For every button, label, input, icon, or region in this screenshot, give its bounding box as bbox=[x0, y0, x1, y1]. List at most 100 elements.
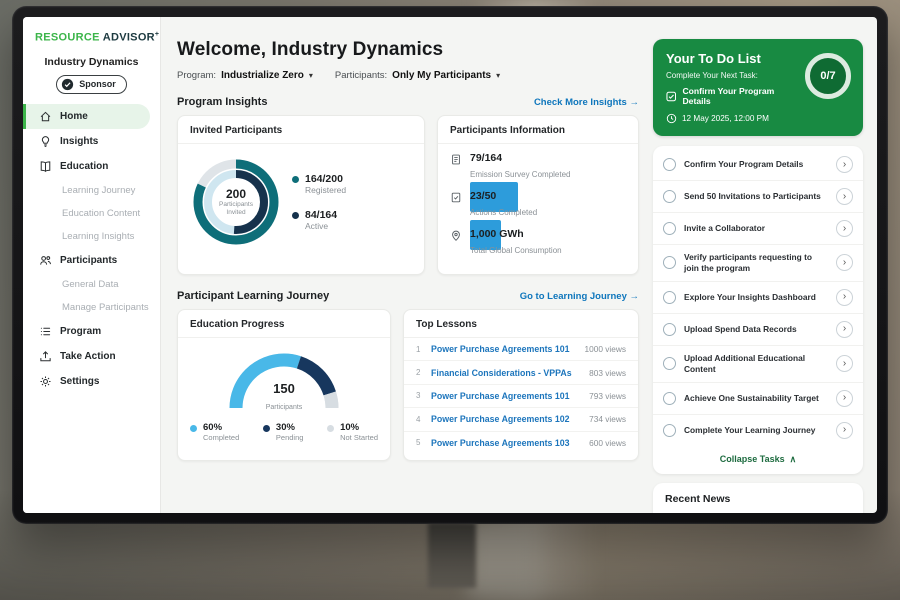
chevron-right-icon[interactable]: › bbox=[836, 220, 853, 237]
participants-information-card: Participants Information 79/164Emission … bbox=[437, 115, 639, 275]
task-checkbox[interactable] bbox=[663, 323, 676, 336]
legend-label: Registered bbox=[305, 185, 346, 195]
sidebar-item-label: Program bbox=[60, 326, 101, 337]
task-row-upload-educational-content[interactable]: Upload Additional Educational Content › bbox=[653, 346, 863, 383]
task-row-verify-participants[interactable]: Verify participants requesting to join t… bbox=[653, 245, 863, 282]
filter-bar: Program: Industrialize Zero ▾ Participan… bbox=[177, 70, 639, 81]
gauge-legend: 60%Completed 30%Pending 10%Not Started bbox=[178, 414, 390, 442]
actions-icon bbox=[450, 191, 462, 204]
sidebar-item-home[interactable]: Home bbox=[23, 104, 150, 129]
main-content: Welcome, Industry Dynamics Program: Indu… bbox=[161, 17, 651, 513]
sidebar-item-learning-journey[interactable]: Learning Journey bbox=[23, 179, 150, 202]
chevron-right-icon[interactable]: › bbox=[836, 321, 853, 338]
sidebar-item-education-content[interactable]: Education Content bbox=[23, 202, 150, 225]
org-name: Industry Dynamics bbox=[23, 56, 160, 68]
task-label: Complete Your Learning Journey bbox=[684, 425, 828, 436]
task-row-upload-spend-data[interactable]: Upload Spend Data Records › bbox=[653, 314, 863, 346]
lesson-title-link[interactable]: Power Purchase Agreements 101 bbox=[431, 391, 581, 401]
chevron-right-icon[interactable]: › bbox=[836, 156, 853, 173]
go-to-learning-journey-link[interactable]: Go to Learning Journey → bbox=[520, 291, 639, 302]
sponsor-label: Sponsor bbox=[79, 79, 116, 89]
collapse-tasks-link[interactable]: Collapse Tasks ∧ bbox=[653, 446, 863, 470]
lesson-rank: 3 bbox=[416, 391, 423, 400]
check-more-insights-link[interactable]: Check More Insights → bbox=[534, 97, 639, 108]
task-row-confirm-program[interactable]: Confirm Your Program Details › bbox=[653, 149, 863, 181]
task-checkbox[interactable] bbox=[663, 256, 676, 269]
lesson-views: 793 views bbox=[589, 391, 626, 401]
sidebar-item-label: Education bbox=[60, 161, 108, 172]
program-filter-value: Industrialize Zero bbox=[221, 70, 304, 81]
lesson-title-link[interactable]: Power Purchase Agreements 101 bbox=[431, 344, 576, 354]
checkbox-icon bbox=[666, 91, 676, 102]
sidebar-item-take-action[interactable]: Take Action bbox=[23, 344, 150, 369]
task-row-send-invitations[interactable]: Send 50 Invitations to Participants › bbox=[653, 181, 863, 213]
todo-progress-value: 0/7 bbox=[820, 70, 835, 82]
chevron-down-icon: ▾ bbox=[309, 71, 313, 80]
sidebar-item-manage-participants[interactable]: Manage Participants bbox=[23, 296, 150, 319]
todo-summary-card: Your To Do List Complete Your Next Task:… bbox=[653, 39, 863, 136]
section-title: Program Insights bbox=[177, 96, 267, 108]
lesson-rank: 4 bbox=[416, 415, 423, 424]
arrow-right-icon: → bbox=[630, 291, 640, 302]
gauge-center-value: 150 bbox=[222, 381, 346, 396]
chevron-right-icon[interactable]: › bbox=[836, 188, 853, 205]
education-progress-card: Education Progress 150 Participants bbox=[177, 309, 391, 461]
stat-emission-survey: 79/164Emission Survey Completed bbox=[438, 144, 638, 182]
sponsor-badge[interactable]: Sponsor bbox=[56, 75, 127, 94]
task-row-complete-learning-journey[interactable]: Complete Your Learning Journey › bbox=[653, 415, 863, 446]
legend-dot bbox=[292, 212, 299, 219]
donut-center-caption: Participants Invited bbox=[214, 201, 258, 218]
lesson-row: 1 Power Purchase Agreements 101 1000 vie… bbox=[404, 338, 638, 361]
task-label: Send 50 Invitations to Participants bbox=[684, 191, 828, 202]
sidebar-item-settings[interactable]: Settings bbox=[23, 369, 150, 394]
task-row-achieve-target[interactable]: Achieve One Sustainability Target › bbox=[653, 383, 863, 415]
participants-filter[interactable]: Participants: Only My Participants ▾ bbox=[335, 70, 500, 81]
task-checkbox[interactable] bbox=[663, 291, 676, 304]
participants-filter-label: Participants: bbox=[335, 70, 387, 81]
legend-label: Completed bbox=[203, 433, 239, 442]
consumption-pin-icon bbox=[450, 229, 462, 242]
sidebar-item-label: Learning Insights bbox=[62, 231, 134, 242]
chevron-down-icon: ▾ bbox=[496, 71, 500, 80]
task-checkbox[interactable] bbox=[663, 424, 676, 437]
app-logo: RESOURCE ADVISOR+ bbox=[23, 31, 160, 44]
sidebar-item-general-data[interactable]: General Data bbox=[23, 273, 150, 296]
todo-next-task[interactable]: Confirm Your Program Details bbox=[666, 86, 799, 106]
task-checkbox[interactable] bbox=[663, 222, 676, 235]
task-checkbox[interactable] bbox=[663, 190, 676, 203]
program-filter-label: Program: bbox=[177, 70, 216, 81]
sidebar-item-participants[interactable]: Participants bbox=[23, 248, 150, 273]
chevron-right-icon[interactable]: › bbox=[836, 254, 853, 271]
task-row-explore-insights[interactable]: Explore Your Insights Dashboard › bbox=[653, 282, 863, 314]
legend-dot bbox=[190, 425, 197, 432]
sidebar-item-education[interactable]: Education bbox=[23, 154, 150, 179]
sidebar-item-insights[interactable]: Insights bbox=[23, 129, 150, 154]
task-checkbox[interactable] bbox=[663, 392, 676, 405]
lesson-rank: 5 bbox=[416, 438, 423, 447]
task-label: Upload Additional Educational Content bbox=[684, 353, 828, 375]
chevron-right-icon[interactable]: › bbox=[836, 422, 853, 439]
lesson-row: 5 Power Purchase Agreements 103 600 view… bbox=[404, 432, 638, 454]
sidebar-item-program[interactable]: Program bbox=[23, 319, 150, 344]
task-checkbox[interactable] bbox=[663, 158, 676, 171]
sidebar-item-learning-insights[interactable]: Learning Insights bbox=[23, 225, 150, 248]
lesson-views: 600 views bbox=[589, 438, 626, 448]
chevron-right-icon[interactable]: › bbox=[836, 355, 853, 372]
stat-value: 79/164 bbox=[470, 152, 570, 164]
lesson-title-link[interactable]: Power Purchase Agreements 103 bbox=[431, 438, 581, 448]
chevron-right-icon[interactable]: › bbox=[836, 289, 853, 306]
task-checkbox[interactable] bbox=[663, 357, 676, 370]
sponsor-icon bbox=[61, 78, 74, 91]
lesson-title-link[interactable]: Financial Considerations - VPPAs bbox=[431, 368, 581, 378]
task-row-invite-collaborator[interactable]: Invite a Collaborator › bbox=[653, 213, 863, 245]
legend-pending: 30%Pending bbox=[263, 422, 304, 442]
program-insights-header: Program Insights Check More Insights → bbox=[177, 96, 639, 108]
lesson-title-link[interactable]: Power Purchase Agreements 102 bbox=[431, 414, 581, 424]
stat-label: Actions Completed bbox=[470, 208, 537, 217]
education-gauge-chart: 150 Participants bbox=[222, 346, 346, 414]
logo-plus: + bbox=[155, 31, 159, 38]
lightbulb-icon bbox=[39, 135, 52, 148]
chevron-right-icon[interactable]: › bbox=[836, 390, 853, 407]
legend-label: Not Started bbox=[340, 433, 378, 442]
program-filter[interactable]: Program: Industrialize Zero ▾ bbox=[177, 70, 313, 81]
